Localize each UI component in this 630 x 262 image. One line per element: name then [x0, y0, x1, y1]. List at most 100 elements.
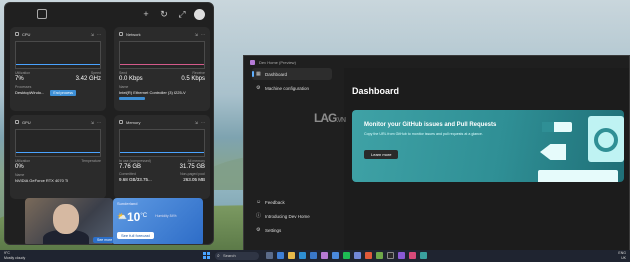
- network-graph: [119, 41, 205, 69]
- cpu-graph: [15, 41, 101, 69]
- network-selector[interactable]: [119, 97, 145, 100]
- refresh-icon[interactable]: ↻: [158, 8, 170, 20]
- process-name: DesktopWindo...: [15, 90, 45, 95]
- gpu-temperature-label: Temperature: [81, 159, 101, 163]
- weather-temperature: 10: [126, 210, 141, 224]
- add-widget-icon[interactable]: +: [140, 8, 152, 20]
- mail-icon[interactable]: [332, 252, 339, 259]
- app-icon[interactable]: [376, 252, 383, 259]
- start-button[interactable]: [203, 252, 210, 259]
- gpu-widget[interactable]: GPU ⇲ ⋯ Utilization Temperature 0% Name NVI…: [10, 115, 106, 199]
- banner-illustration-bar: [538, 170, 618, 182]
- file-explorer-icon[interactable]: [288, 252, 295, 259]
- network-send-value: 0.0 Kbps: [119, 76, 143, 82]
- more-options-icon[interactable]: ⋯: [97, 120, 101, 125]
- dev-home-icon: [250, 59, 255, 65]
- memory-graph: [119, 129, 205, 157]
- network-icon: [119, 32, 123, 36]
- memory-committed-value: 9.68 GB/33.75...: [119, 177, 152, 182]
- learn-more-button[interactable]: Learn more: [364, 150, 399, 159]
- pin-icon[interactable]: ⇲: [91, 120, 94, 125]
- memory-icon: [119, 120, 123, 124]
- avatar[interactable]: [194, 8, 205, 20]
- end-process-button[interactable]: End process: [50, 90, 76, 96]
- github-banner: Monitor your GitHub issues and Pull Requ…: [352, 110, 624, 182]
- spotify-icon[interactable]: [343, 252, 350, 259]
- cpu-icon: [15, 32, 19, 36]
- gpu-utilization-value: 0%: [15, 164, 24, 170]
- widgets-taskbar-icon[interactable]: [277, 252, 284, 259]
- banner-title: Monitor your GitHub issues and Pull Requ…: [364, 122, 497, 128]
- app-icon[interactable]: [398, 252, 405, 259]
- app-icon[interactable]: [409, 252, 416, 259]
- watermark-logo: LAG.VN: [314, 111, 346, 125]
- sidebar-item-label: Feedback: [265, 199, 285, 205]
- gpu-name-label: Name: [15, 173, 25, 177]
- cpu-utilization-value: 7%: [15, 76, 24, 82]
- dev-home-window: Dev Home (Preview) ▦ Dashboard ⚙ Machine…: [243, 55, 630, 251]
- expand-icon[interactable]: ⤢: [176, 8, 188, 20]
- search-input[interactable]: Search: [215, 252, 259, 260]
- sidebar-item-introducing[interactable]: ⓘ Introducing Dev Home: [252, 210, 332, 222]
- pin-icon[interactable]: ⇲: [91, 32, 94, 37]
- discord-icon[interactable]: [354, 252, 361, 259]
- network-name-label: Name: [119, 85, 129, 89]
- processes-label: Processes: [15, 85, 32, 89]
- widget-board-header: + ↻ ⤢: [5, 3, 213, 25]
- pin-icon[interactable]: ⇲: [195, 120, 198, 125]
- terminal-icon[interactable]: [387, 252, 394, 259]
- info-icon: ⓘ: [256, 212, 262, 219]
- person-face: [53, 204, 79, 234]
- sidebar-footer: ☺ Feedback ⓘ Introducing Dev Home ⚙ Sett…: [252, 196, 332, 238]
- memory-inuse-value: 7.76 GB: [119, 164, 142, 170]
- main-content: Dashboard Monitor your GitHub issues and…: [344, 68, 629, 250]
- gear-icon: ⚙: [256, 226, 261, 233]
- sidebar-item-dashboard[interactable]: ▦ Dashboard: [252, 68, 332, 80]
- network-widget[interactable]: Network ⇲ ⋯ Send Receive 0.0 Kbps 0.5 Kbps N…: [114, 27, 210, 111]
- store-icon[interactable]: [310, 252, 317, 259]
- gpu-graph: [15, 129, 101, 157]
- full-forecast-button[interactable]: See full forecast: [117, 232, 154, 239]
- weather-location: Sunderland: [117, 201, 138, 206]
- memory-widget[interactable]: Memory ⇲ ⋯ In use (compressed) All memory 7…: [114, 115, 210, 199]
- weather-unit: °C: [140, 213, 148, 219]
- window-title: Dev Home (Preview): [259, 59, 296, 65]
- sidebar-item-label: Introducing Dev Home: [265, 213, 310, 219]
- more-options-icon[interactable]: ⋯: [97, 32, 101, 37]
- network-receive-label: Receive: [192, 71, 205, 75]
- memory-nonpaged-label: Non-paged pool: [180, 172, 205, 176]
- sidebar-item-machine-configuration[interactable]: ⚙ Machine configuration: [252, 82, 332, 94]
- banner-illustration-ring: [588, 116, 624, 162]
- taskbar-weather-desc: Mostly cloudy: [4, 256, 26, 260]
- app-icon[interactable]: [365, 252, 372, 259]
- task-view-icon[interactable]: [266, 252, 273, 259]
- more-options-icon[interactable]: ⋯: [201, 120, 205, 125]
- sidebar-item-settings[interactable]: ⚙ Settings: [252, 224, 332, 236]
- dev-home-taskbar-icon[interactable]: [321, 252, 328, 259]
- sidebar-item-label: Dashboard: [265, 71, 288, 77]
- cpu-widget[interactable]: CPU ⇲ ⋯ Utilization Speed 7% 3.42 GHz Proces…: [10, 27, 106, 111]
- network-adapter-name: Intel(R) Ethernet Controller (3) I225-V: [119, 90, 186, 95]
- feedback-icon: ☺: [256, 198, 262, 205]
- taskbar-weather[interactable]: 9°C Mostly cloudy: [4, 251, 25, 261]
- edge-icon[interactable]: [299, 252, 306, 259]
- widget-board: + ↻ ⤢ CPU ⇲ ⋯ Utilization Speed 7% 3.42 GHz …: [4, 2, 214, 245]
- gpu-widget-title: GPU: [22, 119, 31, 125]
- pin-icon[interactable]: ⇲: [195, 32, 198, 37]
- weather-humidity: Humidity 84%: [155, 214, 177, 218]
- banner-description: Copy the URL from GitHub to monitor issu…: [364, 132, 483, 136]
- memory-all-value: 31.75 GB: [179, 164, 205, 170]
- cpu-utilization-label: Utilization: [15, 71, 31, 75]
- weather-widget[interactable]: Sunderland ⛅ 10 °C Humidity 84% See full…: [113, 198, 203, 244]
- memory-nonpaged-value: 263.05 MB: [183, 177, 205, 182]
- system-tray[interactable]: ENG UK: [618, 251, 626, 261]
- gpu-icon: [15, 120, 19, 124]
- more-options-icon[interactable]: ⋯: [201, 32, 205, 37]
- sidebar-item-feedback[interactable]: ☺ Feedback: [252, 196, 332, 208]
- memory-inuse-label: In use (compressed): [119, 159, 151, 163]
- window-titlebar[interactable]: Dev Home (Preview): [244, 56, 629, 68]
- app-icon[interactable]: [420, 252, 427, 259]
- gpu-name: NVIDIA GeForce RTX 4070 Ti: [15, 178, 69, 183]
- banner-illustration-arrow: [540, 144, 566, 160]
- memory-committed-label: Committed: [119, 172, 136, 176]
